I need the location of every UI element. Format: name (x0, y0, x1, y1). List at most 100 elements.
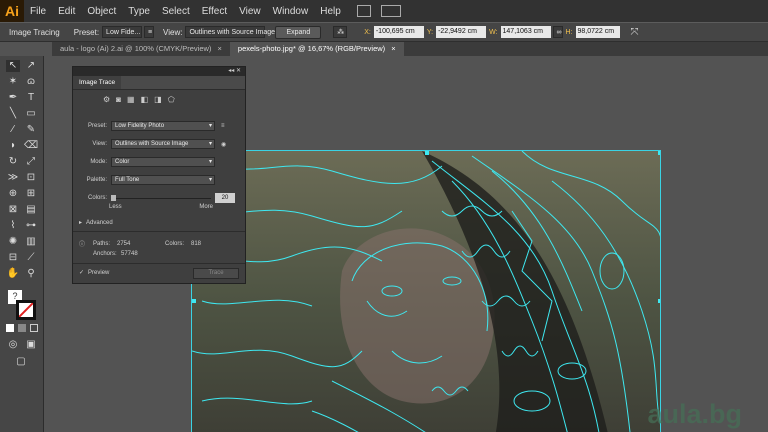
disclosure-triangle-icon: ▸ (79, 220, 83, 226)
close-icon[interactable]: × (391, 44, 395, 53)
stroke-swatch[interactable] (16, 300, 36, 320)
eye-icon[interactable]: ◉ (221, 141, 226, 148)
paths-label: Paths: (93, 240, 111, 247)
y-field[interactable]: -22,9492 cm (436, 26, 487, 38)
traced-image[interactable] (191, 150, 661, 432)
black-white-icon[interactable]: ◨ (154, 95, 162, 104)
lasso-tool-icon[interactable]: ɷ (24, 76, 38, 88)
mesh-tool-icon[interactable]: ⊠ (6, 204, 20, 216)
perspective-grid-tool-icon[interactable]: ⊞ (24, 188, 38, 200)
tab-pexels-photo[interactable]: pexels-photo.jpg* @ 16,67% (RGB/Preview)… (229, 42, 404, 56)
preset-select[interactable]: Low Fidelity Photo (111, 121, 215, 131)
panel-header[interactable]: ◂◂ ✕ (73, 67, 245, 76)
screen-mode-icon[interactable]: ▢ (14, 356, 28, 368)
slider-thumb[interactable] (111, 195, 116, 201)
trace-outlines (192, 151, 660, 432)
advanced-toggle[interactable]: ▸ Advanced (79, 219, 113, 227)
close-icon[interactable]: × (218, 44, 222, 53)
trace-button[interactable]: Trace (193, 268, 239, 279)
draw-inside-icon[interactable]: ▣ (24, 339, 38, 351)
menu-view[interactable]: View (233, 6, 267, 17)
pencil-tool-icon[interactable]: ✎ (24, 124, 38, 136)
reference-point-icon[interactable]: ⁂ (333, 26, 348, 38)
gradient-tool-icon[interactable]: ▤ (24, 204, 38, 216)
line-tool-icon[interactable]: ╲ (6, 108, 20, 120)
width-tool-icon[interactable]: ≫ (6, 172, 20, 184)
rotate-tool-icon[interactable]: ↻ (6, 156, 20, 168)
colors-value-field[interactable]: 20 (215, 193, 235, 203)
graph-tool-icon[interactable]: ▥ (24, 236, 38, 248)
stats-row-1: ⓘ Paths: 2754 Colors: 818 (79, 239, 201, 249)
outline-icon[interactable]: ⬠ (168, 95, 175, 104)
colors-slider[interactable] (111, 193, 211, 203)
view-dropdown[interactable]: Outlines with Source Image (185, 26, 275, 38)
blob-brush-tool-icon[interactable]: ◗ (6, 140, 20, 152)
preset-menu-icon[interactable]: ≡ (221, 123, 225, 129)
high-color-icon[interactable]: ◙ (116, 95, 121, 104)
slider-range-labels: Less More (109, 204, 213, 210)
document-tabs: aula - logo (Ai) 2.ai @ 100% (CMYK/Previ… (52, 42, 768, 56)
less-label: Less (109, 204, 122, 210)
transform-icon[interactable]: ⤧ (628, 27, 642, 38)
artboard-tool-icon[interactable]: ⊟ (6, 252, 20, 264)
colors-row: Colors: 20 (79, 193, 235, 203)
gradient-mode-icon[interactable] (18, 324, 26, 332)
shape-builder-tool-icon[interactable]: ⊕ (6, 188, 20, 200)
scale-tool-icon[interactable]: ⤢ (24, 156, 38, 168)
free-transform-tool-icon[interactable]: ⊡ (24, 172, 38, 184)
image-trace-panel: ◂◂ ✕ Image Trace ⚙ ◙ ▦ ◧ ◨ ⬠ Preset: Low… (72, 66, 246, 284)
menu-object[interactable]: Object (81, 6, 122, 17)
color-mode-icon[interactable] (6, 324, 14, 332)
menu-file[interactable]: File (24, 6, 52, 17)
zoom-tool-icon[interactable]: ⚲ (24, 268, 38, 280)
symbol-sprayer-tool-icon[interactable]: ✺ (6, 236, 20, 248)
rectangle-tool-icon[interactable]: ▭ (24, 108, 38, 120)
checkmark-icon: ✓ (79, 270, 85, 276)
low-color-icon[interactable]: ▦ (127, 95, 135, 104)
paintbrush-tool-icon[interactable]: ∕ (6, 124, 20, 136)
menu-help[interactable]: Help (314, 6, 347, 17)
draw-normal-icon[interactable]: ◎ (6, 339, 20, 351)
hand-tool-icon[interactable]: ✋ (6, 268, 20, 280)
menu-effect[interactable]: Effect (196, 6, 233, 17)
preset-dropdown[interactable]: Low Fide... (102, 26, 143, 38)
selection-tool-icon[interactable]: ↖ (6, 60, 20, 72)
none-mode-icon[interactable] (30, 324, 38, 332)
bridge-icon[interactable] (356, 5, 371, 17)
more-label: More (199, 204, 213, 210)
y-label: Y: (426, 28, 434, 36)
menu-edit[interactable]: Edit (52, 6, 81, 17)
paths-value: 2754 (117, 240, 131, 247)
view-select[interactable]: Outlines with Source Image (111, 139, 215, 149)
eyedropper-tool-icon[interactable]: ⌇ (6, 220, 20, 232)
panel-collapse-close-icon[interactable]: ◂◂ ✕ (228, 67, 241, 74)
slice-tool-icon[interactable]: ⟋ (24, 252, 38, 264)
preview-checkbox[interactable]: ✓ Preview (79, 269, 109, 277)
constrain-link-icon[interactable]: ∞ (552, 26, 563, 38)
none-slash-icon (18, 302, 34, 318)
expand-button[interactable]: Expand (275, 25, 322, 39)
x-field[interactable]: -100,695 cm (373, 26, 424, 38)
menu-select[interactable]: Select (156, 6, 196, 17)
pen-tool-icon[interactable]: ✒ (6, 92, 20, 104)
palette-select[interactable]: Full Tone (111, 175, 215, 185)
w-field[interactable]: 147,1063 cm (500, 26, 551, 38)
auto-color-icon[interactable]: ⚙ (103, 95, 110, 104)
panel-tab-image-trace[interactable]: Image Trace (73, 76, 122, 89)
preset-menu-icon[interactable]: ≡ (144, 26, 155, 38)
view-label: View: (163, 27, 183, 37)
menu-window[interactable]: Window (267, 6, 315, 17)
h-field[interactable]: 98,0722 cm (575, 26, 620, 38)
x-label: X: (364, 28, 371, 36)
grayscale-icon[interactable]: ◧ (141, 95, 149, 104)
tab-aula-logo[interactable]: aula - logo (Ai) 2.ai @ 100% (CMYK/Previ… (52, 42, 230, 56)
blend-tool-icon[interactable]: ⊶ (24, 220, 38, 232)
type-tool-icon[interactable]: T (24, 92, 38, 104)
arrange-documents-icon[interactable] (380, 5, 401, 17)
eraser-tool-icon[interactable]: ⌫ (24, 140, 38, 152)
magic-wand-tool-icon[interactable]: ✶ (6, 76, 20, 88)
illustrator-logo: Ai (0, 0, 24, 22)
direct-selection-tool-icon[interactable]: ↗ (24, 60, 38, 72)
menu-type[interactable]: Type (122, 6, 156, 17)
mode-select[interactable]: Color (111, 157, 215, 167)
